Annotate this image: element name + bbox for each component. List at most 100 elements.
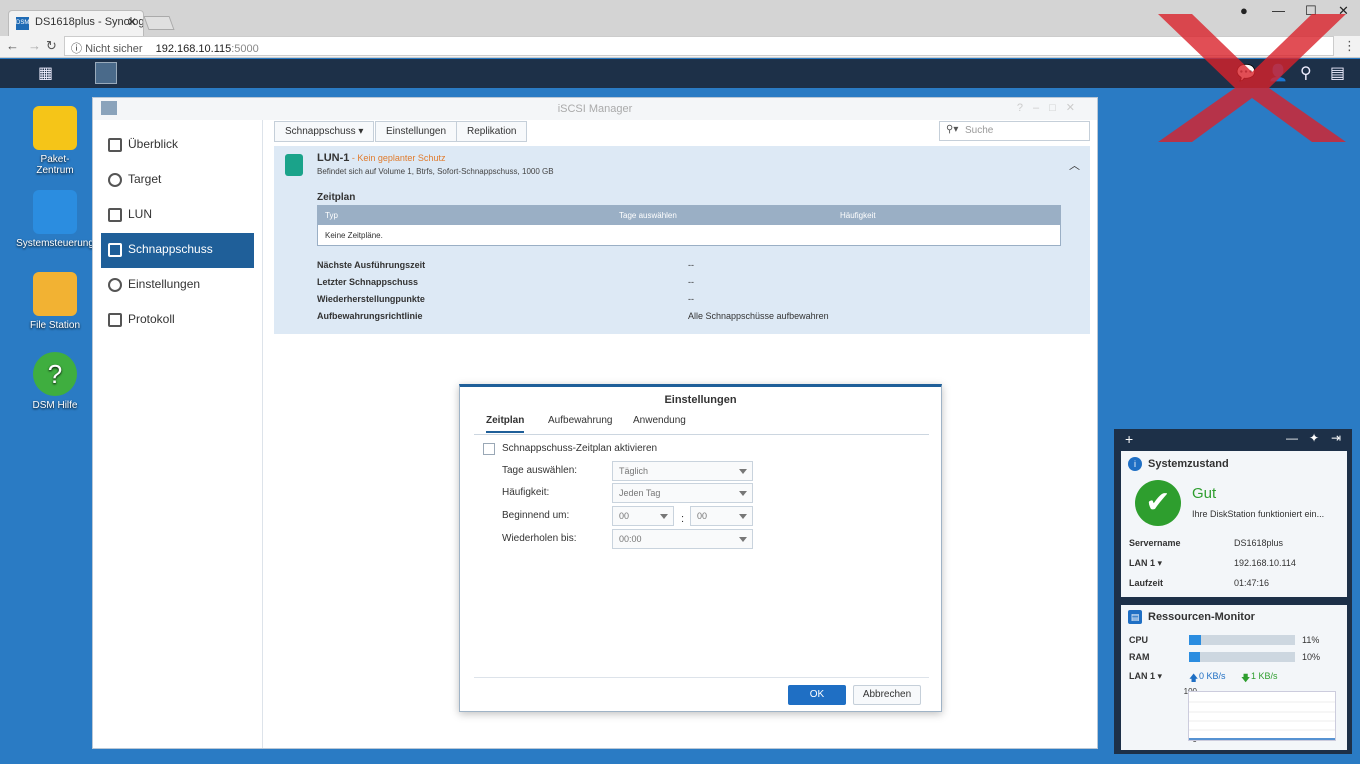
enable-schedule-checkbox[interactable]: [483, 443, 495, 455]
minimize-icon[interactable]: —: [1286, 431, 1298, 445]
table-empty-message: Keine Zeitpläne.: [325, 231, 383, 240]
browser-tab[interactable]: DSM DS1618plus - Synology D ✕: [8, 10, 144, 36]
url-input[interactable]: ⓘ Nicht sicher 192.168.10.115:5000: [64, 36, 1334, 56]
column-frequency[interactable]: Häufigkeit: [840, 211, 876, 220]
schedule-table: Typ Tage auswählen Häufigkeit Keine Zeit…: [317, 205, 1061, 246]
desktop-icon-file-station[interactable]: File Station: [15, 272, 95, 331]
dsm-taskbar: ▦ 💬 👤 ⚲ ▤: [0, 59, 1360, 88]
lun-warning: - Kein geplanter Schutz: [349, 153, 446, 163]
days-select[interactable]: Täglich: [612, 461, 753, 481]
camera-icon: [108, 243, 122, 257]
reload-icon[interactable]: ↻: [46, 38, 57, 54]
snapshot-dropdown-button[interactable]: Schnappschuss ▾: [274, 121, 375, 142]
ram-percent: 10%: [1302, 652, 1321, 662]
monitor-icon: ▤: [1128, 610, 1142, 624]
days-label: Tage auswählen:: [502, 465, 578, 476]
pin-icon[interactable]: ✦: [1309, 431, 1319, 445]
add-widget-icon[interactable]: +: [1125, 431, 1133, 447]
detail-label: Aufbewahrungsrichtlinie: [317, 311, 423, 321]
widget-label[interactable]: LAN 1 ▾: [1129, 558, 1162, 569]
widget-label: Laufzeit: [1129, 578, 1164, 588]
tab-retention[interactable]: Aufbewahrung: [548, 415, 613, 426]
chevron-up-icon[interactable]: ︿: [1069, 157, 1080, 173]
database-icon: [108, 208, 122, 222]
cancel-button[interactable]: Abbrechen: [853, 685, 921, 705]
chevron-down-icon: [660, 514, 668, 519]
window-titlebar[interactable]: iSCSI Manager ?–□✕: [93, 98, 1097, 120]
start-minute-select[interactable]: 00: [690, 506, 753, 526]
start-label: Beginnend um:: [502, 510, 570, 521]
sidebar-item-overview[interactable]: Überblick: [101, 128, 254, 163]
repeat-label: Wiederholen bis:: [502, 533, 577, 544]
frequency-label: Häufigkeit:: [502, 487, 550, 498]
lun-database-icon: [285, 154, 303, 176]
dsm-favicon-icon: DSM: [16, 17, 29, 30]
widget-value: 192.168.10.114: [1234, 558, 1296, 568]
cpu-bar-fill: [1189, 635, 1201, 645]
schedule-title: Zeitplan: [317, 192, 356, 203]
cpu-percent: 11%: [1302, 635, 1320, 645]
start-hour-select[interactable]: 00: [612, 506, 674, 526]
system-health-widget: i Systemzustand ✔ Gut Ihre DiskStation f…: [1121, 451, 1347, 597]
help-icon: ?: [33, 352, 77, 396]
app-icon: [101, 101, 117, 115]
detail-value: Alle Schnappschüsse aufbewahren: [688, 311, 829, 321]
back-icon[interactable]: ←: [6, 38, 19, 53]
sidebar-item-target[interactable]: Target: [101, 163, 254, 198]
lun-panel[interactable]: LUN-1 - Kein geplanter Schutz Befindet s…: [274, 146, 1090, 334]
frequency-select[interactable]: Jeden Tag: [612, 483, 753, 503]
replication-button[interactable]: Replikation: [456, 121, 528, 142]
ok-button[interactable]: OK: [788, 685, 846, 705]
sidebar-item-label: Target: [128, 172, 162, 186]
health-status: Gut: [1192, 485, 1217, 502]
desktop-icon-control-panel[interactable]: Systemsteuerung: [15, 190, 95, 249]
time-separator: :: [681, 513, 685, 525]
main-menu-icon[interactable]: ▦: [38, 63, 53, 83]
desktop-icon-package-center[interactable]: Paket- Zentrum: [15, 106, 95, 176]
repeat-select[interactable]: 00:00: [612, 529, 753, 549]
desktop-icon-label: Systemsteuerung: [16, 238, 94, 249]
iscsi-taskbar-icon[interactable]: [95, 62, 117, 84]
globe-icon: [108, 173, 122, 187]
chevron-down-icon: [739, 491, 747, 496]
search-input[interactable]: ⚲▾ Suche: [939, 121, 1090, 141]
widget-panel: + — ✦ ⇥ i Systemzustand ✔ Gut Ihre DiskS…: [1114, 429, 1352, 754]
widget-title: Ressourcen-Monitor: [1148, 611, 1255, 623]
forward-icon[interactable]: →: [28, 38, 41, 53]
sidebar-item-lun[interactable]: LUN: [101, 198, 254, 233]
settings-button[interactable]: Einstellungen: [375, 121, 458, 142]
sidebar-item-log[interactable]: Protokoll: [101, 303, 254, 338]
lan-select[interactable]: LAN 1 ▾: [1129, 671, 1162, 682]
window-controls[interactable]: ?–□✕: [1017, 101, 1085, 114]
detail-value: --: [688, 294, 694, 304]
sidebar-item-label: Überblick: [128, 137, 179, 151]
sidebar-item-snapshot[interactable]: Schnappschuss: [101, 233, 254, 268]
info-icon[interactable]: ⓘ: [71, 43, 85, 55]
chevron-down-icon: [739, 537, 747, 542]
sidebar-item-label: Protokoll: [128, 312, 175, 326]
desktop-icon-dsm-help[interactable]: ? DSM Hilfe: [15, 352, 95, 411]
lun-title: LUN-1: [317, 152, 350, 164]
sidebar-item-settings[interactable]: Einstellungen: [101, 268, 254, 303]
security-label: Nicht sicher: [85, 43, 143, 55]
tab-schedule[interactable]: Zeitplan: [486, 415, 525, 433]
widget-panel-header: + — ✦ ⇥: [1114, 429, 1352, 449]
cpu-label: CPU: [1129, 635, 1149, 645]
widget-value: 01:47:16: [1234, 578, 1270, 588]
desktop-icon-label: File Station: [29, 320, 81, 331]
toolbar: Schnappschuss ▾ Einstellungen Replikatio…: [274, 121, 1090, 143]
widget-label: Servername: [1129, 538, 1181, 548]
new-tab-button[interactable]: [143, 16, 175, 30]
start-hour-value: 00: [619, 511, 630, 521]
checkmark-icon: ✔: [1135, 480, 1181, 526]
network-chart: [1188, 691, 1336, 741]
tab-close-icon[interactable]: ✕: [127, 15, 137, 29]
column-type[interactable]: Typ: [325, 211, 338, 220]
package-center-icon: [33, 106, 77, 150]
overview-icon: [108, 138, 122, 152]
tab-application[interactable]: Anwendung: [633, 415, 686, 426]
collapse-icon[interactable]: ⇥: [1331, 431, 1341, 445]
column-days[interactable]: Tage auswählen: [619, 211, 677, 220]
table-header: Typ Tage auswählen Häufigkeit: [318, 206, 1060, 225]
address-bar: ← → ↻ ⓘ Nicht sicher 192.168.10.115:5000…: [0, 36, 1360, 58]
